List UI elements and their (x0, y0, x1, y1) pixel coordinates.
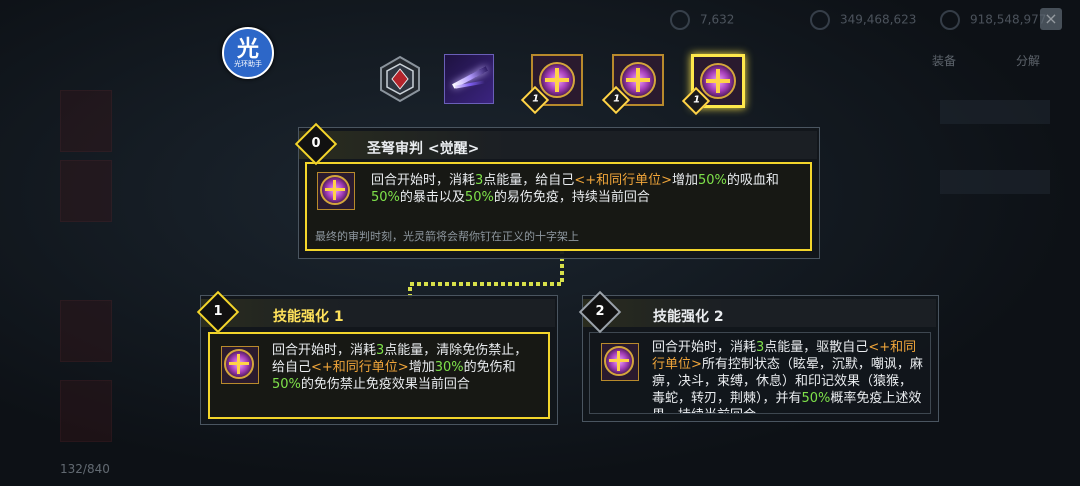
bg-info-bar (940, 170, 1050, 194)
desc-segment: 30% (434, 360, 464, 375)
awaken-desc-box: 回合开始时，消耗3点能量，给自己<+和同行单位>增加50%的吸血和50%的暴击以… (305, 162, 812, 251)
enhance2-desc-box: 回合开始时，消耗3点能量，驱散自己<+和同行单位>所有控制状态（眩晕，沉默，嘲讽… (589, 332, 931, 414)
bg-info-bar (940, 100, 1050, 124)
desc-segment: 回合开始时，消耗 (652, 340, 757, 355)
desc-segment: 50% (801, 391, 831, 406)
enhance1-panel: 技能强化 1 回合开始时，消耗3点能量，清除免伤禁止，给自己<+和同行单位>增加… (200, 295, 558, 425)
desc-segment: 回合开始时，消耗 (371, 173, 476, 188)
enhance2-description: 回合开始时，消耗3点能量，驱散自己<+和同行单位>所有控制状态（眩晕，沉默，嘲讽… (652, 339, 924, 413)
coin-icon (810, 10, 830, 30)
emblem-icon (380, 55, 420, 103)
desc-segment: 增加 (672, 173, 699, 188)
desc-segment: 增加 (408, 360, 435, 375)
tab-decompose[interactable]: 分解 (1016, 52, 1040, 69)
desc-segment: 点能量，给自己 (483, 173, 575, 188)
medal-icon (320, 175, 350, 205)
skill-node[interactable] (444, 54, 494, 104)
stat-gems: 7,632 (670, 10, 734, 30)
medal-icon (539, 62, 575, 98)
medal-icon (700, 63, 736, 99)
tab-equip[interactable]: 装备 (932, 52, 956, 69)
gem-icon (670, 10, 690, 30)
currency-icon (940, 10, 960, 30)
desc-segment: 50% (371, 190, 400, 205)
awaken-skill-icon (317, 172, 355, 210)
hero-card[interactable] (60, 300, 112, 362)
enhance-node-2[interactable]: 1 (601, 54, 664, 115)
hero-card[interactable] (60, 90, 112, 152)
desc-segment: <+和同行单位> (574, 173, 672, 188)
awaken-flavor-text: 最终的审判时刻，光灵箭将会帮你钉在正义的十字架上 (315, 230, 579, 243)
hero-card[interactable] (60, 160, 112, 222)
stat-currency: 918,548,977 (940, 10, 1046, 30)
enhance1-title: 技能强化 1 (273, 309, 344, 325)
desc-segment: 的免伤禁止免疫效果当前回合 (300, 377, 470, 392)
medal-icon (604, 346, 634, 376)
desc-segment: 50% (464, 190, 494, 205)
desc-segment: 点能量，驱散自己 (764, 340, 869, 355)
awaken-panel: 圣弩审判 <觉醒> 回合开始时，消耗3点能量，给自己<+和同行单位>增加50%的… (298, 127, 820, 259)
close-button[interactable]: × (1040, 8, 1062, 30)
desc-segment: <+和同行单位> (311, 360, 409, 375)
enhance1-skill-icon (221, 346, 259, 384)
hero-card[interactable] (60, 380, 112, 442)
stat-gold: 349,468,623 (810, 10, 916, 30)
enhance1-description: 回合开始时，消耗3点能量，清除免伤禁止，给自己<+和同行单位>增加30%的免伤和… (272, 342, 540, 393)
desc-segment: 的暴击以及 (399, 190, 465, 205)
emblem-node[interactable] (378, 55, 422, 103)
awaken-description: 回合开始时，消耗3点能量，给自己<+和同行单位>增加50%的吸血和50%的暴击以… (371, 172, 791, 206)
medal-icon (620, 62, 656, 98)
enhance2-title: 技能强化 2 (653, 309, 724, 325)
desc-segment: 50% (698, 173, 727, 188)
desc-segment: 的易伤免疫，持续当前回合 (493, 190, 650, 205)
desc-segment: 的吸血和 (726, 173, 779, 188)
hero-count: 132/840 (60, 462, 110, 476)
awaken-node[interactable]: 1 (681, 54, 745, 116)
enhance-node-1[interactable]: 1 (520, 54, 583, 115)
desc-segment: 的免伤和 (463, 360, 516, 375)
desc-segment: 50% (272, 377, 301, 392)
enhance2-panel: 技能强化 2 回合开始时，消耗3点能量，驱散自己<+和同行单位>所有控制状态（眩… (582, 295, 939, 422)
desc-segment: 回合开始时，消耗 (272, 343, 377, 358)
medal-icon (224, 349, 254, 379)
enhance1-desc-box: 回合开始时，消耗3点能量，清除免伤禁止，给自己<+和同行单位>增加30%的免伤和… (208, 332, 550, 419)
watermark-logo: 光 光环助手 (222, 27, 274, 79)
awaken-title: 圣弩审判 <觉醒> (367, 141, 480, 157)
enhance2-skill-icon (601, 343, 639, 381)
